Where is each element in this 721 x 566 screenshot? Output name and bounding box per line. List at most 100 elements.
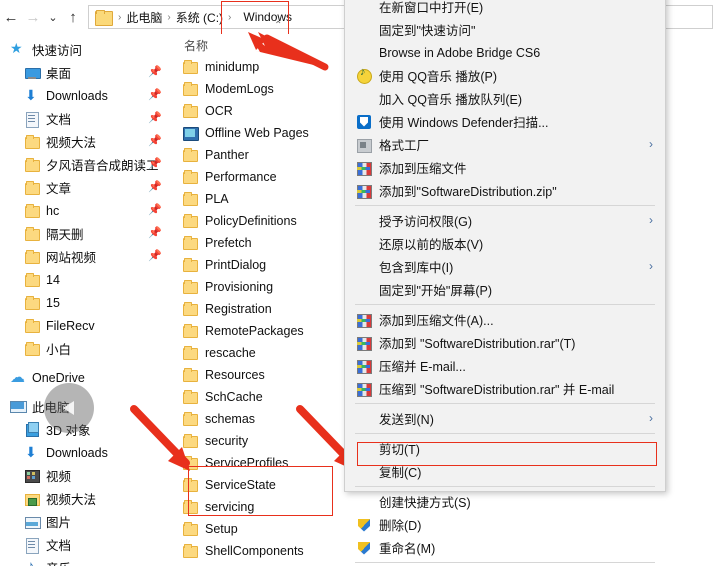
menu-separator bbox=[355, 562, 655, 563]
menu-item[interactable]: 格式工厂 › bbox=[345, 133, 665, 156]
defender-icon bbox=[355, 114, 373, 130]
sidebar-item-tts-tool[interactable]: 夕风语音合成朗读工具V1. 📌 bbox=[0, 153, 172, 176]
sidebar-group-quick-access[interactable]: 快速访问 bbox=[0, 38, 172, 61]
sidebar-label: 夕风语音合成朗读工具V1. bbox=[46, 159, 158, 173]
sidebar-item-video-dafa[interactable]: 视频大法 📌 bbox=[0, 130, 172, 153]
sidebar-item-hc[interactable]: hc 📌 bbox=[0, 199, 172, 222]
sidebar-item-15[interactable]: 15 bbox=[0, 291, 172, 314]
sidebar-item-desktop[interactable]: 桌面 📌 bbox=[0, 61, 172, 84]
menu-item[interactable]: 删除(D) bbox=[345, 513, 665, 536]
breadcrumb-this-pc[interactable]: 此电脑 bbox=[123, 9, 165, 26]
menu-item-label: 授予访问权限(G) bbox=[379, 215, 473, 229]
folder-icon bbox=[182, 81, 198, 97]
forward-arrow-icon: → bbox=[25, 8, 41, 26]
pin-icon[interactable]: 📌 bbox=[148, 250, 162, 262]
video-icon bbox=[24, 468, 40, 484]
menu-separator bbox=[355, 486, 655, 487]
breadcrumb-windows[interactable]: Windows bbox=[233, 10, 295, 24]
breadcrumb-system-c[interactable]: 系统 (C:) bbox=[173, 9, 226, 26]
menu-item[interactable]: 授予访问权限(G) › bbox=[345, 209, 665, 232]
menu-item[interactable]: 固定到"开始"屏幕(P) bbox=[345, 278, 665, 301]
folder-icon bbox=[182, 433, 198, 449]
menu-item[interactable]: 添加到压缩文件(A)... bbox=[345, 308, 665, 331]
back-arrow-icon: ← bbox=[3, 8, 19, 26]
sidebar-item-documents[interactable]: 文档 📌 bbox=[0, 107, 172, 130]
menu-item[interactable]: 创建快捷方式(S) bbox=[345, 490, 665, 513]
pin-icon[interactable]: 📌 bbox=[148, 227, 162, 239]
menu-item[interactable]: Browse in Adobe Bridge CS6 bbox=[345, 41, 665, 64]
navigation-pane[interactable]: 快速访问 桌面 📌 Downloads 📌 文档 📌 视频大法 📌 夕风语音合成… bbox=[0, 34, 172, 566]
back-button[interactable]: ← bbox=[0, 3, 22, 31]
recent-locations-button[interactable]: ⌄ bbox=[44, 3, 62, 31]
sidebar-label: 14 bbox=[46, 272, 60, 287]
breadcrumb-expand-chevron-icon[interactable]: ⌃ bbox=[274, 20, 282, 31]
folder-icon bbox=[24, 226, 40, 242]
folder-icon bbox=[95, 10, 113, 26]
sidebar-item-website-video[interactable]: 网站视频 📌 bbox=[0, 245, 172, 268]
menu-item-label: 包含到库中(I) bbox=[379, 261, 454, 275]
web-folder-icon bbox=[182, 125, 199, 141]
menu-item[interactable]: 压缩并 E-mail... bbox=[345, 354, 665, 377]
pin-icon[interactable]: 📌 bbox=[148, 66, 162, 78]
menu-icon-placeholder bbox=[355, 213, 373, 229]
menu-item[interactable]: 使用 Windows Defender扫描... bbox=[345, 110, 665, 133]
sidebar-label: Downloads bbox=[46, 88, 108, 103]
pin-icon[interactable]: 📌 bbox=[148, 204, 162, 216]
menu-item[interactable]: 包含到库中(I) › bbox=[345, 255, 665, 278]
menu-item[interactable]: 添加到 "SoftwareDistribution.rar"(T) bbox=[345, 331, 665, 354]
sidebar-item-articles[interactable]: 文章 📌 bbox=[0, 176, 172, 199]
document-icon bbox=[24, 111, 40, 128]
sidebar-item-14[interactable]: 14 bbox=[0, 268, 172, 291]
sidebar-label: 视频大法 bbox=[46, 493, 97, 507]
up-button[interactable]: ↑ bbox=[62, 3, 84, 31]
chevron-down-icon: ⌄ bbox=[48, 11, 58, 24]
menu-item[interactable]: 还原以前的版本(V) bbox=[345, 232, 665, 255]
sidebar-label: OneDrive bbox=[32, 370, 85, 385]
format-factory-icon bbox=[355, 137, 373, 153]
desktop-icon bbox=[24, 65, 41, 81]
sidebar-item-videos[interactable]: 视频 bbox=[0, 464, 172, 487]
folder-icon bbox=[182, 301, 198, 317]
sidebar-item-downloads[interactable]: Downloads 📌 bbox=[0, 84, 172, 107]
menu-item[interactable]: 重命名(M) bbox=[345, 536, 665, 559]
sidebar-label: 图片 bbox=[46, 516, 72, 530]
pin-icon[interactable]: 📌 bbox=[148, 89, 162, 101]
sidebar-label: FileRecv bbox=[46, 318, 95, 333]
pin-icon[interactable]: 📌 bbox=[148, 112, 162, 124]
menu-item[interactable]: 加入 QQ音乐 播放队列(E) bbox=[345, 87, 665, 110]
pin-icon[interactable]: 📌 bbox=[148, 135, 162, 147]
sidebar-label: hc bbox=[46, 203, 60, 218]
folder-icon bbox=[182, 389, 198, 405]
star-icon bbox=[10, 40, 26, 58]
menu-icon-placeholder bbox=[355, 22, 373, 38]
menu-item[interactable]: 使用 QQ音乐 播放(P) bbox=[345, 64, 665, 87]
sidebar-label: Downloads bbox=[46, 445, 108, 460]
menu-item[interactable]: 压缩到 "SoftwareDistribution.rar" 并 E-mail bbox=[345, 377, 665, 400]
sidebar-label: 文档 bbox=[46, 539, 72, 553]
sidebar-item-pc-documents[interactable]: 文档 bbox=[0, 533, 172, 556]
sidebar-item-pictures[interactable]: 图片 bbox=[0, 510, 172, 533]
winrar-icon bbox=[355, 381, 373, 397]
folder-icon bbox=[24, 180, 40, 196]
forward-button[interactable]: → bbox=[22, 3, 44, 31]
menu-item[interactable]: 固定到"快速访问" bbox=[345, 18, 665, 41]
sidebar-item-filerecv[interactable]: FileRecv bbox=[0, 314, 172, 337]
sidebar-item-pc-downloads[interactable]: Downloads bbox=[0, 441, 172, 464]
context-menu[interactable]: 在新窗口中打开(E) 固定到"快速访问" Browse in Adobe Bridg… bbox=[344, 0, 666, 563]
sidebar-item-xiaobai[interactable]: 小白 bbox=[0, 337, 172, 360]
sidebar-item-music[interactable]: 音乐 bbox=[0, 556, 172, 566]
folder-icon bbox=[182, 147, 198, 163]
menu-item-label: 固定到"开始"屏幕(P) bbox=[379, 284, 493, 298]
menu-item[interactable]: 添加到压缩文件 bbox=[345, 156, 665, 179]
sidebar-label: 隔天删 bbox=[46, 228, 84, 242]
menu-item[interactable]: 发送到(N) › bbox=[345, 407, 665, 430]
sidebar-item-video-dafa-pc[interactable]: 视频大法 bbox=[0, 487, 172, 510]
menu-item[interactable]: 添加到"SoftwareDistribution.zip" bbox=[345, 179, 665, 202]
menu-item[interactable]: 在新窗口中打开(E) bbox=[345, 0, 665, 18]
sidebar-item-onedrive[interactable]: OneDrive bbox=[0, 366, 172, 389]
pin-icon[interactable]: 📌 bbox=[148, 181, 162, 193]
sidebar-item-getianshan[interactable]: 隔天删 📌 bbox=[0, 222, 172, 245]
menu-item-label: 添加到"SoftwareDistribution.zip" bbox=[379, 185, 557, 199]
pin-icon[interactable]: 📌 bbox=[148, 158, 162, 170]
annotation-box-rename-item bbox=[357, 442, 657, 466]
